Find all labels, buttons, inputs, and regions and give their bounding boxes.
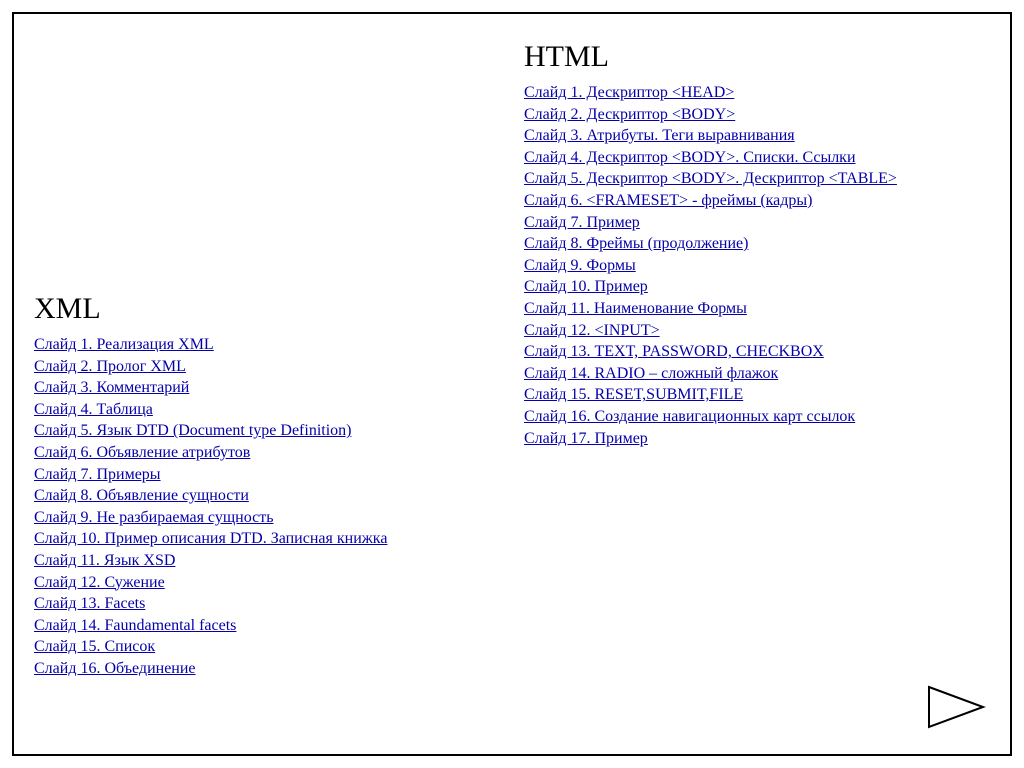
play-icon: [926, 684, 986, 730]
xml-link-12[interactable]: Слайд 12. Сужение: [34, 574, 165, 591]
xml-link-10[interactable]: Слайд 10. Пример описания DTD. Записная …: [34, 530, 387, 547]
xml-section: XML Слайд 1. Реализация XML Слайд 2. Прол…: [34, 292, 504, 680]
html-heading: HTML: [524, 40, 1004, 74]
xml-link-16[interactable]: Слайд 16. Объединение: [34, 660, 196, 677]
xml-link-7[interactable]: Слайд 7. Примеры: [34, 466, 161, 483]
html-section: HTML Слайд 1. Дескриптор <HEAD> Слайд 2. …: [524, 40, 1004, 449]
html-link-2[interactable]: Слайд 2. Дескриптор <BODY>: [524, 106, 735, 123]
xml-link-list: Слайд 1. Реализация XML Слайд 2. Пролог X…: [34, 334, 504, 680]
xml-link-2[interactable]: Слайд 2. Пролог XML: [34, 358, 186, 375]
xml-link-9[interactable]: Слайд 9. Не разбираемая сущность: [34, 509, 273, 526]
html-link-17[interactable]: Слайд 17. Пример: [524, 430, 648, 447]
html-link-12[interactable]: Слайд 12. <INPUT>: [524, 322, 660, 339]
html-link-7[interactable]: Слайд 7. Пример: [524, 214, 640, 231]
xml-link-3[interactable]: Слайд 3. Комментарий: [34, 379, 189, 396]
html-link-list: Слайд 1. Дескриптор <HEAD> Слайд 2. Дескр…: [524, 82, 1004, 449]
html-link-11[interactable]: Слайд 11. Наименование Формы: [524, 300, 747, 317]
html-link-8[interactable]: Слайд 8. Фреймы (продолжение): [524, 235, 748, 252]
xml-heading: XML: [34, 292, 504, 326]
html-link-13[interactable]: Слайд 13. TEXT, PASSWORD, CHECKBOX: [524, 343, 824, 360]
html-link-9[interactable]: Слайд 9. Формы: [524, 257, 636, 274]
html-link-15[interactable]: Слайд 15. RESET,SUBMIT,FILE: [524, 386, 743, 403]
xml-link-4[interactable]: Слайд 4. Таблица: [34, 401, 153, 418]
xml-link-5[interactable]: Слайд 5. Язык DTD (Document type Definit…: [34, 422, 351, 439]
xml-link-13[interactable]: Слайд 13. Facets: [34, 595, 145, 612]
html-link-14[interactable]: Слайд 14. RADIO – сложный флажок: [524, 365, 778, 382]
html-link-4[interactable]: Слайд 4. Дескриптор <BODY>. Списки. Ссыл…: [524, 149, 856, 166]
html-link-3[interactable]: Слайд 3. Атрибуты. Теги выравнивания: [524, 127, 795, 144]
xml-link-15[interactable]: Слайд 15. Список: [34, 638, 155, 655]
xml-link-1[interactable]: Слайд 1. Реализация XML: [34, 336, 214, 353]
html-link-10[interactable]: Слайд 10. Пример: [524, 278, 648, 295]
play-button[interactable]: [926, 684, 986, 730]
xml-link-14[interactable]: Слайд 14. Faundamental facets: [34, 617, 236, 634]
html-link-16[interactable]: Слайд 16. Создание навигационных карт сс…: [524, 408, 855, 425]
html-link-5[interactable]: Слайд 5. Дескриптор <BODY>. Дескриптор <…: [524, 170, 897, 187]
html-link-1[interactable]: Слайд 1. Дескриптор <HEAD>: [524, 84, 734, 101]
html-link-6[interactable]: Слайд 6. <FRAMESET> - фреймы (кадры): [524, 192, 813, 209]
slide-frame: HTML Слайд 1. Дескриптор <HEAD> Слайд 2. …: [12, 12, 1012, 756]
xml-link-6[interactable]: Слайд 6. Объявление атрибутов: [34, 444, 250, 461]
xml-link-8[interactable]: Слайд 8. Объявление сущности: [34, 487, 249, 504]
xml-link-11[interactable]: Слайд 11. Язык XSD: [34, 552, 175, 569]
